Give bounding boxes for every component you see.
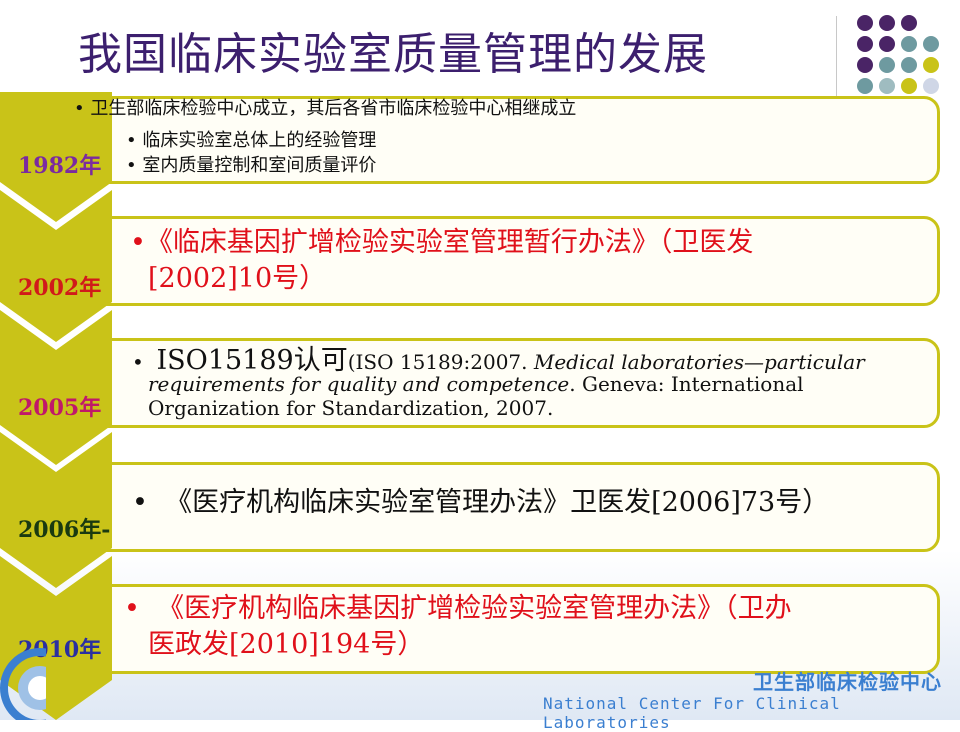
- bullet-text: 《医疗机构临床基因扩增检验实验室管理办法》（卫办: [157, 593, 792, 624]
- dot: [879, 36, 895, 52]
- bullet-1982-3: • 室内质量控制和室间质量评价: [126, 155, 377, 176]
- dot: [923, 78, 939, 94]
- bullet-text: 卫生部临床检验中心成立，其后各省市临床检验中心相继成立: [90, 98, 577, 119]
- bullet-2005-line3: Organization for Standardization, 2007.: [148, 396, 554, 420]
- year-label-2002: 2002年: [18, 275, 102, 301]
- bullet-2010: • 《医疗机构临床基因扩增检验实验室管理办法》（卫办: [124, 593, 792, 624]
- dot: [857, 15, 873, 31]
- bullet-2002: •《临床基因扩增检验实验室管理暂行办法》（卫医发: [130, 227, 754, 258]
- dot: [901, 57, 917, 73]
- bullet-text: 室内质量控制和室间质量评价: [142, 155, 377, 176]
- dot: [857, 36, 873, 52]
- bullet-text: Medical laboratories—particular: [533, 350, 865, 374]
- bullet-text: . Geneva: International: [569, 372, 804, 396]
- bullet-text: requirements for quality and competence: [148, 372, 570, 396]
- dot: [879, 78, 895, 94]
- dot: [879, 15, 895, 31]
- year-label-2005: 2005年: [18, 395, 102, 421]
- bullet-text: 临床实验室总体上的经验管理: [142, 130, 377, 151]
- bullet-1982-1: • 卫生部临床检验中心成立，其后各省市临床检验中心相继成立: [74, 98, 577, 119]
- bullet-text: (ISO 15189:2007.: [347, 350, 534, 374]
- footer-org-name-cn: 卫生部临床检验中心: [753, 670, 942, 694]
- bullet-text: 《临床基因扩增检验实验室管理暂行办法》（卫医发: [145, 227, 754, 258]
- bullet-2010-cont: 医政发[2010]194号）: [148, 629, 425, 660]
- dot: [923, 36, 939, 52]
- dot: [901, 15, 917, 31]
- year-label-2006: 2006年-: [18, 517, 111, 543]
- bullet-text: 《医疗机构临床实验室管理办法》卫医发[2006]73号）: [165, 487, 830, 518]
- year-label-1982: 1982年: [18, 153, 102, 179]
- bullet-2005-line2: requirements for quality and competence.…: [148, 372, 804, 396]
- dot: [923, 57, 939, 73]
- footer-org-name-en: National Center For Clinical Laboratorie…: [543, 694, 841, 732]
- bullet-2002-cont: [2002]10号）: [148, 263, 327, 294]
- dot: [901, 78, 917, 94]
- page-title: 我国临床实验室质量管理的发展: [78, 29, 708, 80]
- dot: [901, 36, 917, 52]
- bullet-1982-2: • 临床实验室总体上的经验管理: [126, 130, 377, 151]
- bullet-2006: • 《医疗机构临床实验室管理办法》卫医发[2006]73号）: [132, 487, 830, 518]
- dot: [857, 78, 873, 94]
- center-logo: [0, 648, 46, 720]
- dot: [879, 57, 895, 73]
- dot: [857, 57, 873, 73]
